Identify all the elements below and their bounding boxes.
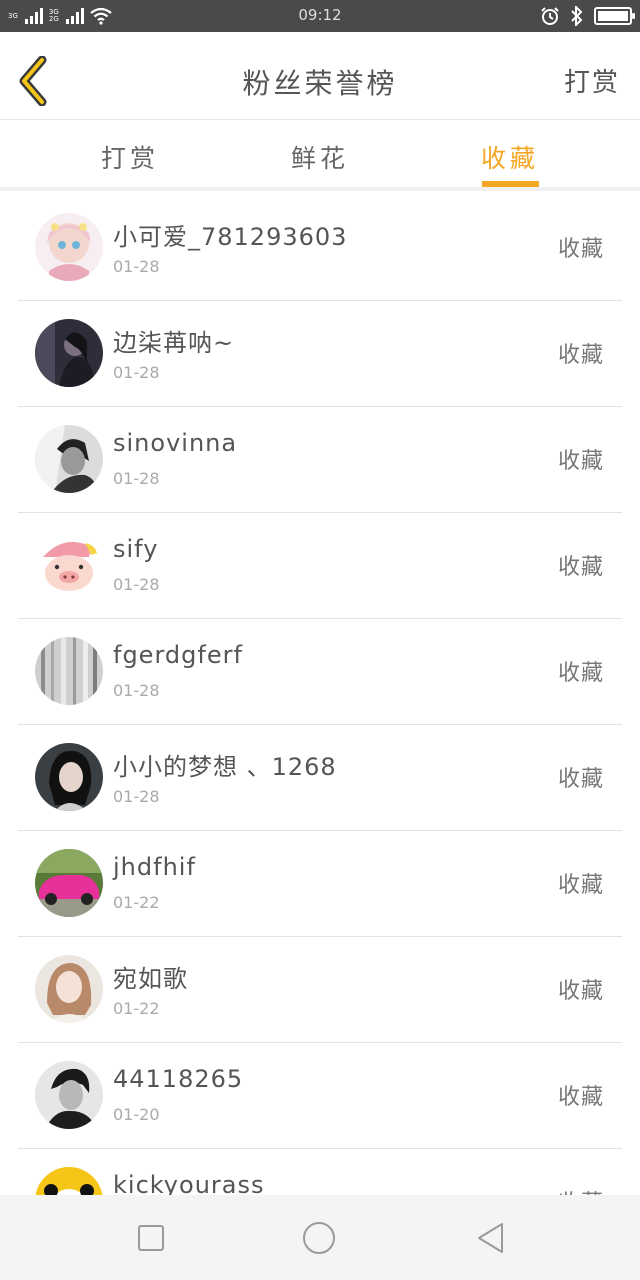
fan-name: 小小的梦想 、1268: [113, 753, 337, 781]
fan-name: jhdfhif: [113, 853, 196, 881]
avatar: [35, 849, 103, 917]
list-item[interactable]: 宛如歌 01-22 收藏: [18, 937, 622, 1043]
home-button[interactable]: [301, 1221, 335, 1255]
favorite-label: 收藏: [557, 767, 604, 792]
list-item[interactable]: 小小的梦想 、1268 01-28 收藏: [18, 725, 622, 831]
list-item[interactable]: jhdfhif 01-22 收藏: [18, 831, 622, 937]
pink-car-avatar: [35, 849, 103, 917]
cartoon-pig-avatar: [35, 531, 103, 599]
status-bar: 3G 3G 2G 09:12: [0, 0, 640, 32]
recent-apps-button[interactable]: [134, 1221, 168, 1255]
favorite-label: 收藏: [557, 979, 604, 1004]
fan-date: 01-28: [113, 575, 160, 594]
avatar: [35, 1061, 103, 1129]
home-icon: [303, 1222, 335, 1254]
fan-name: sinovinna: [113, 429, 238, 457]
tab-reward[interactable]: 打赏: [70, 139, 190, 175]
anime-girl-avatar: [35, 213, 103, 281]
avatar: [35, 955, 103, 1023]
active-tab-indicator: [482, 181, 539, 187]
fan-date: 01-28: [113, 469, 160, 488]
list-item[interactable]: 44118265 01-20 收藏: [18, 1043, 622, 1149]
avatar: [35, 319, 103, 387]
fan-date: 01-28: [113, 787, 160, 806]
favorite-label: 收藏: [557, 343, 604, 368]
back-icon: [478, 1223, 503, 1253]
man-portrait-avatar: [35, 1061, 103, 1129]
list-item[interactable]: fgerdgferf 01-28 收藏: [18, 619, 622, 725]
panda-avatar: [35, 1167, 103, 1195]
favorite-label: 收藏: [557, 449, 604, 474]
fan-name: kickyourass: [113, 1171, 265, 1195]
fan-name: 44118265: [113, 1065, 244, 1093]
list-item[interactable]: 边柒苒呐~ 01-28 收藏: [18, 301, 622, 407]
fan-list[interactable]: 小可爱_781293603 01-28 收藏 边柒苒呐~ 01-28 收藏 si…: [0, 195, 640, 1195]
avatar: [35, 637, 103, 705]
fan-name: 宛如歌: [113, 965, 188, 993]
dark-portrait-avatar: [35, 319, 103, 387]
list-item[interactable]: kickyourass 收藏: [18, 1149, 622, 1195]
avatar: [35, 213, 103, 281]
grey-curtain-avatar: [35, 637, 103, 705]
avatar: [35, 1167, 103, 1195]
reward-button[interactable]: 打赏: [564, 62, 620, 99]
system-nav-bar: [0, 1195, 640, 1280]
avatar: [35, 425, 103, 493]
fan-date: 01-20: [113, 1105, 160, 1124]
status-right: [540, 6, 635, 26]
recent-apps-icon: [138, 1225, 164, 1251]
app-header: 粉丝荣誉榜 打赏: [0, 32, 640, 120]
bluetooth-icon: [571, 6, 583, 26]
page-title: 粉丝荣誉榜: [242, 67, 398, 100]
tab-bar: 打赏 鲜花 收藏: [0, 121, 640, 191]
fan-name: sify: [113, 535, 159, 563]
fan-name: fgerdgferf: [113, 641, 243, 669]
favorite-label: 收藏: [557, 873, 604, 898]
bw-portrait-avatar: [35, 425, 103, 493]
list-item[interactable]: 小可爱_781293603 01-28 收藏: [18, 195, 622, 301]
tab-flowers[interactable]: 鲜花: [260, 139, 380, 175]
nav-back-button[interactable]: [474, 1221, 508, 1255]
fan-name: 小可爱_781293603: [113, 223, 348, 251]
favorite-label: 收藏: [557, 661, 604, 686]
girl-light-avatar: [35, 955, 103, 1023]
alarm-icon: [541, 7, 559, 25]
list-item[interactable]: sify 01-28 收藏: [18, 513, 622, 619]
favorite-label: 收藏: [557, 555, 604, 580]
tab-favorites[interactable]: 收藏: [450, 139, 570, 175]
list-item[interactable]: sinovinna 01-28 收藏: [18, 407, 622, 513]
avatar: [35, 743, 103, 811]
fan-date: 01-22: [113, 893, 160, 912]
favorite-label: 收藏: [557, 1085, 604, 1110]
favorite-label: 收藏: [557, 237, 604, 262]
avatar: [35, 531, 103, 599]
fan-date: 01-22: [113, 999, 160, 1018]
fan-date: 01-28: [113, 681, 160, 700]
fan-date: 01-28: [113, 257, 160, 276]
fan-date: 01-28: [113, 363, 160, 382]
fan-name: 边柒苒呐~: [113, 329, 235, 357]
favorite-label: 收藏: [558, 1185, 604, 1195]
battery-icon: [594, 7, 635, 25]
girl-portrait-avatar: [35, 743, 103, 811]
